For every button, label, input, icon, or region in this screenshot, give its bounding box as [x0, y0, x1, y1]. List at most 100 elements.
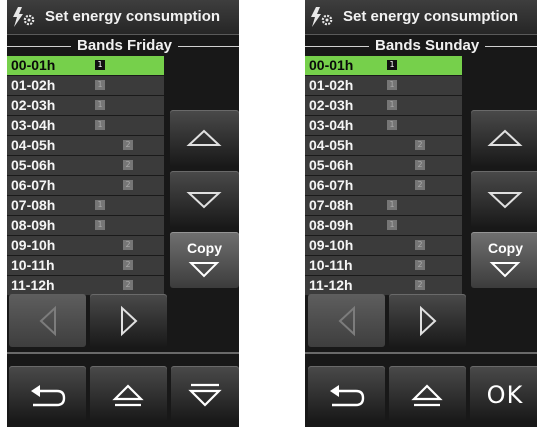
- scroll-up-button[interactable]: [170, 110, 239, 166]
- confirm-down-icon: [188, 383, 222, 407]
- band-label: 05-06h: [309, 157, 354, 173]
- scroll-down-button[interactable]: [471, 171, 537, 227]
- triangle-up-icon: [487, 129, 523, 146]
- bands-section-header: Bands Friday: [7, 36, 239, 56]
- triangle-down-icon: [487, 192, 523, 209]
- band-row-08-09[interactable]: 08-09h 1: [7, 216, 164, 236]
- copy-down-icon: [489, 262, 521, 278]
- band-row-03-04[interactable]: 03-04h 1: [305, 116, 462, 136]
- band-label: 02-03h: [11, 97, 56, 113]
- band-label: 09-10h: [11, 237, 56, 253]
- title-bar: Set energy consumption: [305, 0, 537, 35]
- level-badge: 1: [95, 200, 105, 210]
- screen-title: Set energy consumption: [45, 8, 221, 25]
- next-button[interactable]: [90, 294, 167, 347]
- band-row-10-11[interactable]: 10-11h 2: [7, 256, 164, 276]
- band-row-06-07[interactable]: 06-07h 2: [305, 176, 462, 196]
- band-row-11-12[interactable]: 11-12h 2: [7, 276, 164, 296]
- band-label: 01-02h: [11, 77, 56, 93]
- band-label: 08-09h: [309, 217, 354, 233]
- bands-day-label: Bands Sunday: [369, 36, 486, 56]
- level-badge: 2: [415, 160, 425, 170]
- band-label: 07-08h: [309, 197, 354, 213]
- footer-divider: [7, 352, 239, 354]
- return-arrow-icon: [330, 385, 365, 407]
- level-badge: 2: [415, 260, 425, 270]
- level-badge: 2: [123, 160, 133, 170]
- level-badge: 1: [95, 60, 105, 70]
- level-badge: 1: [95, 220, 105, 230]
- band-label: 01-02h: [309, 77, 354, 93]
- band-row-04-05[interactable]: 04-05h 2: [7, 136, 164, 156]
- band-label: 11-12h: [11, 277, 55, 293]
- band-row-04-05[interactable]: 04-05h 2: [305, 136, 462, 156]
- level-badge: 1: [95, 80, 105, 90]
- eject-button[interactable]: [389, 366, 466, 421]
- band-label: 11-12h: [309, 277, 353, 293]
- level-badge: 2: [123, 280, 133, 290]
- band-list: 00-01h 1 01-02h 1 02-03h 1 03-04h 1 04-05h 2 …: [305, 56, 462, 296]
- ok-label: OK: [486, 381, 524, 409]
- band-label: 10-11h: [11, 257, 55, 273]
- triangle-left-icon: [338, 305, 355, 337]
- band-row-03-04[interactable]: 03-04h 1: [7, 116, 164, 136]
- level-badge: 2: [123, 260, 133, 270]
- level-badge: 1: [387, 80, 397, 90]
- band-row-07-08[interactable]: 07-08h 1: [305, 196, 462, 216]
- ok-button[interactable]: OK: [470, 366, 537, 421]
- band-label: 05-06h: [11, 157, 56, 173]
- band-label: 09-10h: [309, 237, 354, 253]
- band-row-08-09[interactable]: 08-09h 1: [305, 216, 462, 236]
- band-row-09-10[interactable]: 09-10h 2: [305, 236, 462, 256]
- back-button[interactable]: [308, 366, 385, 421]
- band-row-05-06[interactable]: 05-06h 2: [305, 156, 462, 176]
- band-label: 00-01h: [309, 57, 354, 73]
- copy-down-icon: [188, 262, 220, 278]
- level-badge: 2: [123, 240, 133, 250]
- band-row-01-02[interactable]: 01-02h 1: [305, 76, 462, 96]
- level-badge: 1: [95, 120, 105, 130]
- band-row-11-12[interactable]: 11-12h 2: [305, 276, 462, 296]
- level-badge: 2: [123, 140, 133, 150]
- band-row-10-11[interactable]: 10-11h 2: [305, 256, 462, 276]
- confirm-button[interactable]: [171, 366, 239, 421]
- band-label: 06-07h: [11, 177, 56, 193]
- band-row-00-01[interactable]: 00-01h 1: [7, 56, 164, 76]
- band-row-06-07[interactable]: 06-07h 2: [7, 176, 164, 196]
- back-button[interactable]: [9, 366, 86, 421]
- band-list: 00-01h 1 01-02h 1 02-03h 1 03-04h 1 04-05h 2 …: [7, 56, 164, 296]
- level-badge: 1: [95, 100, 105, 110]
- level-badge: 1: [387, 60, 397, 70]
- previous-button[interactable]: [9, 294, 86, 347]
- band-label: 10-11h: [309, 257, 353, 273]
- band-label: 06-07h: [309, 177, 354, 193]
- next-button[interactable]: [389, 294, 466, 347]
- previous-button[interactable]: [308, 294, 385, 347]
- band-row-05-06[interactable]: 05-06h 2: [7, 156, 164, 176]
- triangle-right-icon: [420, 305, 437, 337]
- eject-button[interactable]: [90, 366, 167, 421]
- return-arrow-icon: [31, 385, 66, 407]
- screen-title: Set energy consumption: [343, 8, 519, 25]
- band-row-02-03[interactable]: 02-03h 1: [305, 96, 462, 116]
- band-row-01-02[interactable]: 01-02h 1: [7, 76, 164, 96]
- level-badge: 2: [415, 280, 425, 290]
- scroll-down-button[interactable]: [170, 171, 239, 227]
- energy-settings-icon: [311, 7, 333, 27]
- bands-section-header: Bands Sunday: [305, 36, 537, 56]
- band-row-02-03[interactable]: 02-03h 1: [7, 96, 164, 116]
- energy-settings-icon: [13, 7, 35, 27]
- band-row-00-01[interactable]: 00-01h 1: [305, 56, 462, 76]
- band-label: 00-01h: [11, 57, 56, 73]
- copy-button[interactable]: Copy: [170, 232, 239, 288]
- scroll-up-button[interactable]: [471, 110, 537, 166]
- band-label: 04-05h: [11, 137, 56, 153]
- level-badge: 2: [415, 240, 425, 250]
- level-badge: 1: [387, 120, 397, 130]
- band-row-07-08[interactable]: 07-08h 1: [7, 196, 164, 216]
- band-row-09-10[interactable]: 09-10h 2: [7, 236, 164, 256]
- level-badge: 2: [123, 180, 133, 190]
- copy-button[interactable]: Copy: [471, 232, 537, 288]
- eject-icon: [411, 384, 443, 407]
- eject-icon: [112, 384, 144, 407]
